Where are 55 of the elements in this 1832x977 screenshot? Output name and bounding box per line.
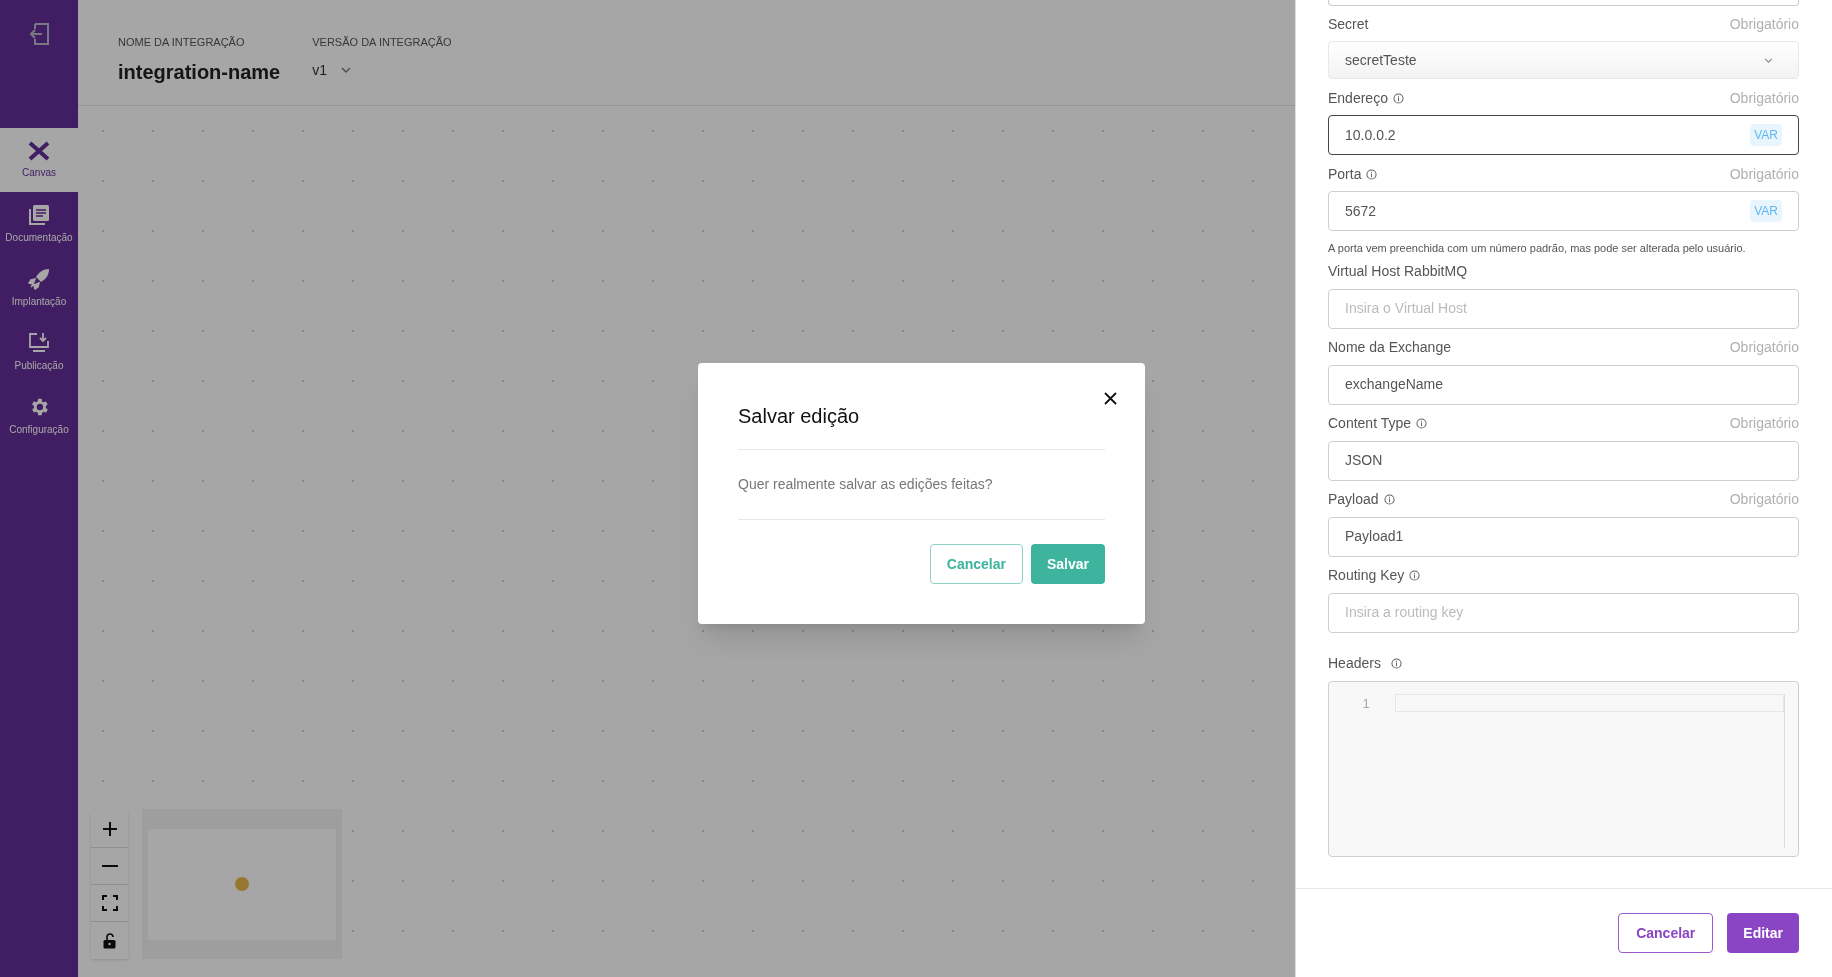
- required-note: Obrigatório: [1729, 164, 1799, 184]
- field-label: Content Type: [1328, 414, 1412, 433]
- input-field[interactable]: Payload1: [1328, 516, 1799, 557]
- close-icon: [1103, 391, 1117, 405]
- field-label: Secret: [1328, 14, 1369, 34]
- field-label: Nome da Exchange: [1328, 338, 1451, 357]
- integration-name: integration-name: [118, 59, 281, 85]
- required-note: Obrigatório: [1729, 490, 1799, 509]
- info-icon: [1409, 570, 1421, 581]
- info-icon: [1383, 494, 1395, 505]
- unlock-icon: [103, 932, 116, 949]
- modal-title: Salvar edição: [738, 401, 1105, 450]
- exit-icon[interactable]: [27, 22, 51, 46]
- rocket-icon: [28, 267, 50, 290]
- input-field[interactable]: JSON: [1328, 440, 1799, 481]
- field-label: Porta: [1328, 164, 1362, 184]
- document-stack-icon: [28, 203, 50, 226]
- required-note: Obrigatório: [1729, 338, 1799, 357]
- chevron-down-icon: [341, 67, 352, 73]
- sidebar-item[interactable]: Configuração: [0, 384, 78, 448]
- info-icon: [1390, 658, 1402, 669]
- sidebar-item[interactable]: Documentação: [0, 192, 78, 256]
- required-note: Obrigatório: [1729, 14, 1799, 34]
- field-label: Virtual Host RabbitMQ: [1328, 262, 1467, 281]
- info-icon: [1416, 418, 1428, 429]
- minus-icon: [101, 865, 118, 867]
- field-label: Payload: [1328, 490, 1379, 509]
- sidebar-item[interactable]: Implantação: [0, 256, 78, 320]
- line-number: 1: [1362, 694, 1370, 712]
- required-note: Obrigatório: [1729, 414, 1799, 433]
- info-icon: [1366, 168, 1378, 180]
- modal-message: Quer realmente salvar as edições feitas?: [738, 450, 1105, 520]
- sidebar-item[interactable]: Publicação: [0, 320, 78, 384]
- close-button[interactable]: [1102, 390, 1118, 406]
- input-field[interactable]: exchangeName: [1328, 364, 1799, 405]
- secret-select[interactable]: secretTeste: [1328, 41, 1799, 79]
- cancel-button[interactable]: Cancelar: [1618, 913, 1714, 953]
- info-icon: [1392, 92, 1404, 104]
- node-dot-icon: [235, 877, 249, 891]
- input-field[interactable]: 5672 VAR: [1328, 191, 1799, 231]
- edit-button[interactable]: Editar: [1727, 913, 1799, 953]
- field-hint: A porta vem preenchida com um número padrão, mas pode ser alterada pelo usuário.: [1328, 241, 1747, 256]
- input-field[interactable]: 10.0.0.2 VAR: [1328, 115, 1799, 155]
- fullscreen-icon: [101, 895, 118, 911]
- chevron-down-icon: [1764, 57, 1773, 63]
- version-select[interactable]: v1: [312, 59, 452, 81]
- field-caption: NOME DA INTEGRAÇÃO: [118, 35, 246, 50]
- sidebar-item[interactable]: Canvas: [0, 128, 78, 192]
- download-monitor-icon: [28, 331, 50, 354]
- field-label: Routing Key: [1328, 566, 1405, 585]
- field-label: Endereço: [1328, 88, 1388, 108]
- field-caption: VERSÃO DA INTEGRAÇÃO: [312, 35, 452, 50]
- plus-icon: [101, 821, 118, 837]
- required-note: Obrigatório: [1729, 88, 1799, 108]
- field-label: Headers: [1328, 654, 1381, 673]
